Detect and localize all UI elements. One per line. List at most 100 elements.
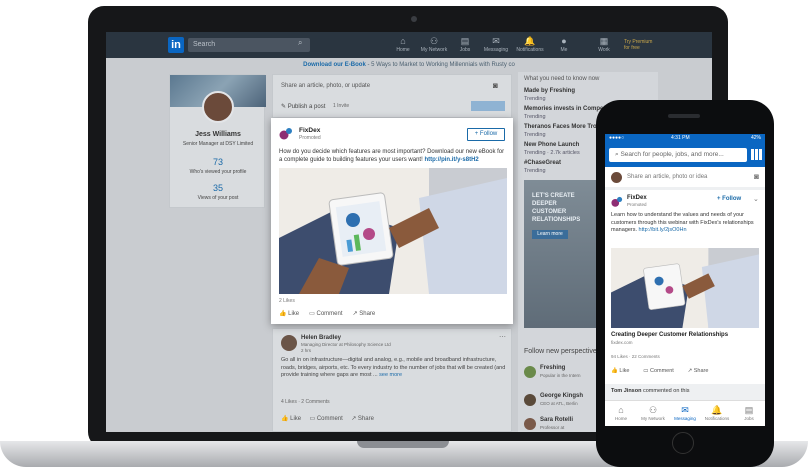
news-item[interactable]: Memories invests in Competit bbox=[524, 106, 609, 112]
post-image[interactable] bbox=[279, 168, 507, 294]
like-button[interactable]: 👍 Like bbox=[279, 311, 299, 317]
fixdex-logo-icon[interactable] bbox=[279, 127, 293, 141]
avatar[interactable] bbox=[524, 394, 536, 406]
post-promoted: Promoted bbox=[299, 135, 321, 141]
like-button[interactable]: 👍 Like bbox=[281, 416, 301, 422]
avatar[interactable] bbox=[524, 366, 536, 378]
promoted-post[interactable]: FixDex Promoted + Follow How do you deci… bbox=[271, 118, 513, 324]
fixdex-logo-icon[interactable] bbox=[611, 196, 623, 208]
suggestion-name[interactable]: Freshing bbox=[540, 365, 565, 371]
tab-label: My Network bbox=[641, 416, 665, 421]
comment-button[interactable]: ▭ Comment bbox=[643, 368, 674, 374]
nav-network[interactable]: ⚇ My Network bbox=[420, 35, 448, 53]
profile-card[interactable]: Jess Williams Senior Manager at DSY Limi… bbox=[169, 74, 266, 208]
post-stats[interactable]: 94 Likes · 22 Comments bbox=[611, 354, 660, 359]
ad-banner[interactable]: Download our E-Book - 5 Ways to Market t… bbox=[106, 58, 712, 72]
post-actions: 👍 Like ▭ Comment ↗ Share bbox=[279, 310, 507, 317]
share-sub: 1 Invite bbox=[333, 103, 350, 109]
news-sub: Trending bbox=[524, 168, 546, 174]
phone-speaker bbox=[668, 114, 700, 118]
camera-icon[interactable]: ◙ bbox=[754, 167, 759, 187]
chevron-down-icon[interactable]: ⌄ bbox=[753, 195, 759, 203]
share-button[interactable]: ↗ Share bbox=[353, 311, 376, 317]
phone-home-button[interactable] bbox=[672, 432, 694, 454]
share-button[interactable]: ↗ Share bbox=[351, 416, 374, 422]
phone-promoted-post[interactable]: FixDex Promoted + Follow ⌄ Learn how to … bbox=[605, 190, 765, 384]
phone-search-input[interactable]: ⌕ Search for people, jobs, and more... bbox=[609, 148, 747, 162]
post-company[interactable]: FixDex bbox=[627, 195, 647, 201]
news-sub: Trending · 2.7k articles bbox=[524, 150, 580, 156]
camera bbox=[411, 16, 417, 22]
post-link[interactable]: http://pin.it/y-s8tH2 bbox=[424, 157, 478, 163]
apps-grid-icon[interactable] bbox=[751, 149, 762, 160]
top-nav: in Search ⌕ ⌂ Home ⚇ My Network ▤ Jobs ✉ Mes… bbox=[106, 32, 712, 58]
ad-button[interactable]: Learn more bbox=[532, 230, 568, 239]
avatar[interactable] bbox=[524, 418, 536, 430]
post-link[interactable]: http://bit.ly/2jsO0Hn bbox=[639, 227, 687, 233]
nav-home[interactable]: ⌂ Home bbox=[389, 35, 417, 53]
follow-heading: Follow new perspective bbox=[524, 348, 597, 355]
share-input[interactable]: Share an article, photo, or update bbox=[281, 83, 370, 89]
post-image[interactable] bbox=[611, 248, 759, 328]
profile-views-count[interactable]: 73 bbox=[170, 157, 266, 167]
linkedin-logo[interactable]: in bbox=[168, 37, 184, 53]
tab-jobs[interactable]: ▤ Jobs bbox=[733, 405, 765, 421]
news-heading: What you need to know now bbox=[524, 76, 600, 82]
avatar[interactable] bbox=[202, 91, 234, 123]
avatar[interactable] bbox=[281, 335, 297, 351]
premium-link[interactable]: Try Premium for free bbox=[624, 39, 654, 51]
status-bar: ●●●●○ 4:31 PM 42% bbox=[605, 134, 765, 143]
phone-header: ⌕ Search for people, jobs, and more... bbox=[605, 143, 765, 167]
action-label: Like bbox=[288, 311, 300, 317]
post-views-count[interactable]: 35 bbox=[170, 183, 266, 193]
tab-notifications[interactable]: 🔔 Notifications bbox=[701, 405, 733, 421]
nav-work[interactable]: ▦ Work bbox=[590, 35, 618, 53]
publish-post-button[interactable]: ✎ Publish a post bbox=[281, 103, 325, 110]
post-text: How do you decide which features are mos… bbox=[279, 148, 507, 164]
banner-link[interactable]: Download our E-Book bbox=[303, 62, 366, 68]
tab-messaging[interactable]: ✉ Messaging bbox=[669, 405, 701, 421]
follow-button[interactable]: + Follow bbox=[467, 128, 505, 141]
suggestion-name[interactable]: George Kingsh bbox=[540, 393, 583, 399]
search-input[interactable]: Search bbox=[188, 38, 310, 52]
post-company[interactable]: FixDex bbox=[299, 127, 320, 134]
like-button[interactable]: 👍 Like bbox=[611, 368, 629, 374]
post-button[interactable] bbox=[471, 101, 505, 111]
avatar[interactable] bbox=[611, 172, 622, 183]
news-item[interactable]: Made by Freshing bbox=[524, 88, 575, 94]
nav-jobs[interactable]: ▤ Jobs bbox=[451, 35, 479, 53]
notifications-icon: 🔔 bbox=[711, 405, 723, 415]
profile-name[interactable]: Jess Williams bbox=[170, 131, 266, 138]
see-more-link[interactable]: see more bbox=[379, 372, 402, 378]
activity-author[interactable]: Tom Jinson bbox=[611, 388, 641, 394]
nav-label: Work bbox=[598, 47, 610, 53]
tab-home[interactable]: ⌂ Home bbox=[605, 405, 637, 421]
share-button[interactable]: ↗ Share bbox=[688, 368, 709, 374]
feed-stats[interactable]: 4 Likes · 2 Comments bbox=[281, 399, 330, 405]
suggestion-name[interactable]: Sara Rotelli bbox=[540, 417, 573, 423]
news-item[interactable]: New Phone Launch bbox=[524, 142, 579, 148]
phone-share-box[interactable]: Share an article, photo or idea ◙ bbox=[605, 167, 765, 187]
share-box[interactable]: Share an article, photo, or update ◙ ✎ P… bbox=[272, 74, 512, 118]
search-icon[interactable]: ⌕ bbox=[298, 38, 302, 48]
post-views-label: Views of your post bbox=[197, 195, 239, 201]
article-headline[interactable]: Creating Deeper Customer Relationships bbox=[611, 332, 728, 338]
nav-messaging[interactable]: ✉ Messaging bbox=[482, 35, 510, 53]
comment-button[interactable]: ▭ Comment bbox=[310, 416, 343, 422]
next-activity[interactable]: Tom Jinson commented on this bbox=[611, 388, 689, 394]
nav-notifications[interactable]: 🔔 Notifications bbox=[516, 35, 544, 53]
nav-me[interactable]: ● Me bbox=[550, 35, 578, 53]
news-item[interactable]: #ChaseGreat bbox=[524, 160, 561, 166]
action-label: Comment bbox=[649, 368, 674, 374]
post-likes[interactable]: 2 Likes bbox=[279, 298, 295, 304]
news-item[interactable]: Theranos Faces More Trou bbox=[524, 124, 600, 130]
ad-headline: LET'S CREATE DEEPER CUSTOMER RELATIONSHI… bbox=[532, 193, 581, 223]
camera-icon[interactable]: ◙ bbox=[493, 81, 498, 90]
follow-button[interactable]: + Follow bbox=[717, 196, 741, 202]
more-icon[interactable]: ⋯ bbox=[499, 333, 506, 341]
comment-button[interactable]: ▭ Comment bbox=[309, 311, 342, 317]
action-label: Share bbox=[359, 311, 376, 317]
feed-author[interactable]: Helen Bradley bbox=[301, 335, 341, 341]
feed-post-dimmed[interactable]: Helen Bradley Managing Director at Philo… bbox=[272, 328, 512, 432]
tab-network[interactable]: ⚇ My Network bbox=[637, 405, 669, 421]
